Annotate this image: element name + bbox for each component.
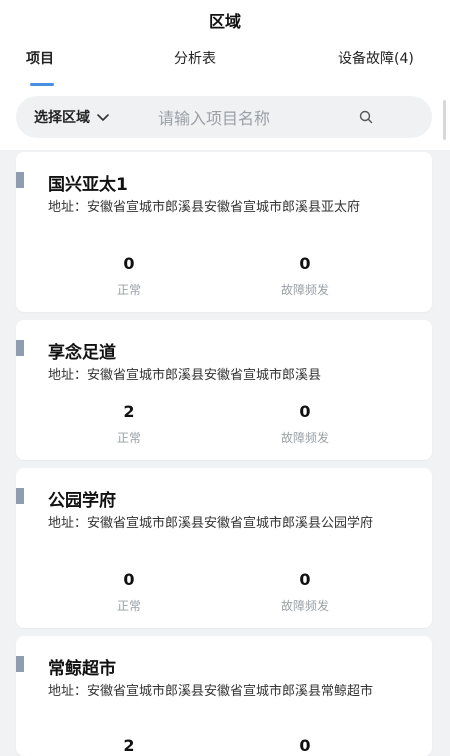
region-select[interactable]: 选择区域 [34,107,110,127]
tab-device-faults[interactable]: 设备故障(4) [338,48,414,68]
stat-normal: 2 [69,736,189,755]
stat-normal-label: 正常 [116,431,141,445]
address-label: 地址： [48,516,88,531]
stat-fault-label: 故障频发 [280,431,329,445]
page-title: 区域 [208,12,241,31]
project-address: 地址：安徽省宣城市郎溪县安徽省宣城市郎溪县 [48,366,408,386]
address-value: 安徽省宣城市郎溪县安徽省宣城市郎溪县常鲸超市 [87,684,374,699]
card-marker [16,656,24,672]
project-address: 地址：安徽省宣城市郎溪县安徽省宣城市郎溪县公园学府 [48,514,408,534]
card-marker [16,172,24,188]
project-card[interactable]: 公园学府 地址：安徽省宣城市郎溪县安徽省宣城市郎溪县公园学府 0 正常 0 故障… [16,468,432,628]
stat-fault-label: 故障频发 [280,283,329,297]
scrollbar[interactable] [443,100,446,140]
stat-fault-value: 0 [299,736,311,755]
project-card[interactable]: 享念足道 地址：安徽省宣城市郎溪县安徽省宣城市郎溪县 2 正常 0 故障频发 [16,320,432,460]
card-marker [16,488,24,504]
tab-bar: 项目 分析表 设备故障(4) [0,48,450,88]
tab-projects[interactable]: 项目 [26,48,54,68]
project-card[interactable]: 国兴亚太1 地址：安徽省宣城市郎溪县安徽省宣城市郎溪县亚太府 0 正常 0 故障… [16,152,432,312]
chevron-down-icon [97,114,109,121]
project-name: 公园学府 [48,491,116,511]
stat-fault-value: 0 [299,254,311,273]
stat-normal-label: 正常 [116,283,141,297]
address-label: 地址： [48,368,88,383]
stat-normal: 2 正常 [69,402,189,446]
project-list: 国兴亚太1 地址：安徽省宣城市郎溪县安徽省宣城市郎溪县亚太府 0 正常 0 故障… [0,150,450,756]
stat-fault-value: 0 [299,402,311,421]
stat-normal: 0 正常 [69,254,189,298]
stat-normal-label: 正常 [116,599,141,613]
search-icon[interactable] [358,109,374,125]
tab-analysis[interactable]: 分析表 [174,48,216,68]
stat-fault-value: 0 [299,570,311,589]
card-marker [16,340,24,356]
project-name: 国兴亚太1 [48,175,128,195]
address-value: 安徽省宣城市郎溪县安徽省宣城市郎溪县公园学府 [87,516,374,531]
stat-fault-label: 故障频发 [280,599,329,613]
project-card[interactable]: 常鲸超市 地址：安徽省宣城市郎溪县安徽省宣城市郎溪县常鲸超市 2 0 [16,636,432,756]
project-address: 地址：安徽省宣城市郎溪县安徽省宣城市郎溪县亚太府 [48,198,408,218]
region-select-label: 选择区域 [34,110,90,126]
stat-normal-value: 2 [123,736,135,755]
project-address: 地址：安徽省宣城市郎溪县安徽省宣城市郎溪县常鲸超市 [48,682,408,702]
address-label: 地址： [48,200,88,215]
project-name: 享念足道 [48,343,116,363]
top-bar: 区域 项目 分析表 设备故障(4) 选择区域 [0,0,450,150]
search-input[interactable] [156,104,350,132]
stat-normal-value: 2 [123,402,135,421]
stat-fault: 0 故障频发 [245,254,365,298]
stat-fault: 0 故障频发 [245,402,365,446]
address-value: 安徽省宣城市郎溪县安徽省宣城市郎溪县 [87,368,322,383]
address-value: 安徽省宣城市郎溪县安徽省宣城市郎溪县亚太府 [87,200,361,215]
active-tab-indicator [30,83,54,86]
address-label: 地址： [48,684,88,699]
stat-fault: 0 [245,736,365,755]
stat-normal: 0 正常 [69,570,189,614]
stat-normal-value: 0 [123,570,135,589]
stat-fault: 0 故障频发 [245,570,365,614]
stat-normal-value: 0 [123,254,135,273]
project-name: 常鲸超市 [48,659,116,679]
search-bar: 选择区域 [16,96,432,138]
